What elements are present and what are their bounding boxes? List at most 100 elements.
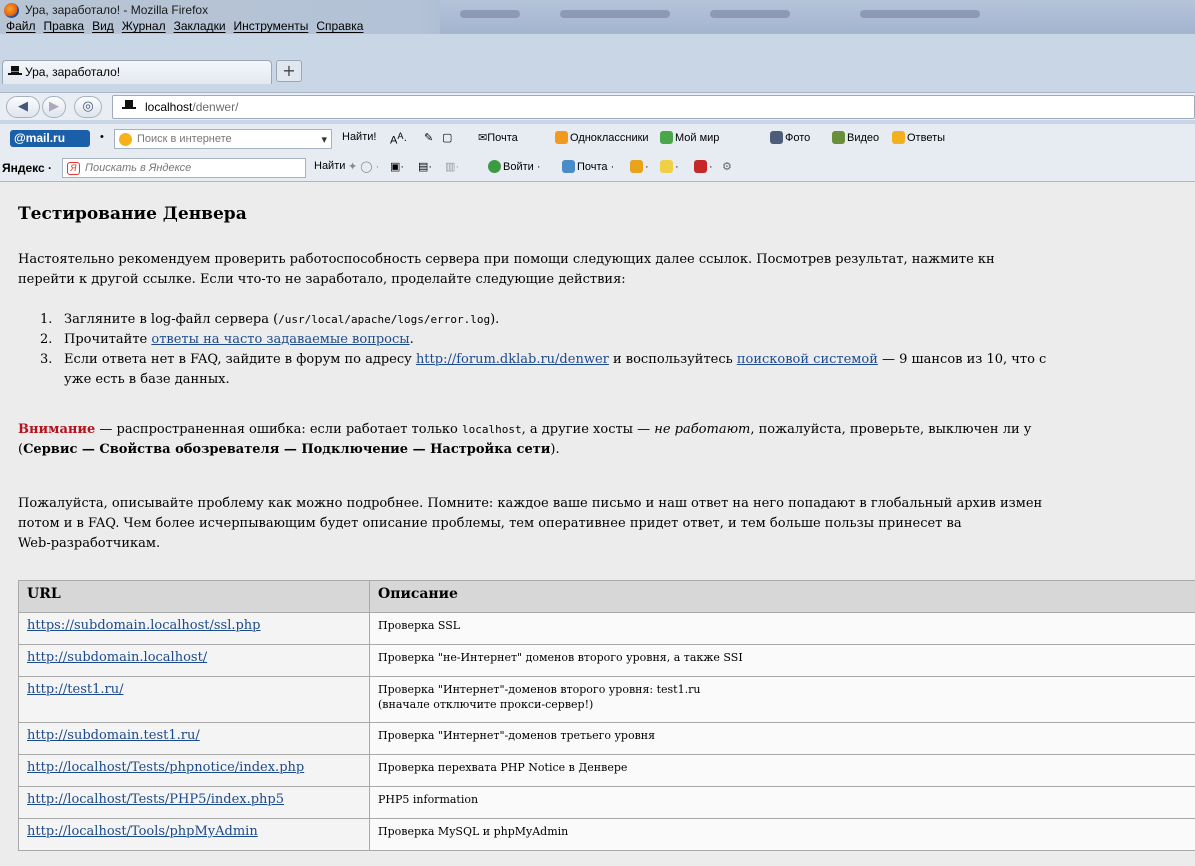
page-tools-icon[interactable]: ▥· bbox=[445, 160, 459, 173]
shield-icon bbox=[694, 160, 707, 173]
intro-line-2: перейти к другой ссылке. Если что-то не … bbox=[18, 272, 626, 287]
menu-edit[interactable]: Правка bbox=[44, 19, 85, 36]
otvety-label: Ответы bbox=[907, 132, 946, 144]
menu-history[interactable]: Журнал bbox=[122, 19, 166, 36]
test-url-link[interactable]: http://localhost/Tools/phpMyAdmin bbox=[27, 824, 258, 839]
odnoklassniki-link[interactable]: Одноклассники bbox=[555, 131, 649, 144]
yandex-mail-label: Почта bbox=[577, 161, 608, 173]
pen-icon[interactable]: ✎ bbox=[424, 131, 433, 144]
yandex-login-button[interactable]: Войти · bbox=[488, 160, 541, 173]
mailru-brand-text: @mail.ru bbox=[14, 131, 66, 145]
step-text: ). bbox=[490, 312, 500, 327]
mailru-search-placeholder: Поиск в интернете bbox=[137, 133, 232, 145]
identity-button[interactable]: ◎ bbox=[74, 96, 102, 118]
mail-icon: ✉ bbox=[478, 132, 488, 144]
bookmark-icon[interactable]: ✦ ◯ · bbox=[348, 160, 379, 173]
please-paragraph: Пожалуйста, описывайте проблему как можн… bbox=[18, 494, 1195, 554]
zoom-icon[interactable]: ▢ bbox=[442, 131, 452, 144]
column-header-description: Описание bbox=[369, 580, 1195, 613]
step-number: 2. bbox=[40, 332, 53, 347]
video-icon bbox=[832, 131, 845, 144]
step-1: 1. Загляните в log-файл сервера (/usr/loc… bbox=[40, 310, 1195, 330]
mailru-search-input[interactable]: Поиск в интернете ▾ bbox=[114, 129, 332, 149]
video-link[interactable]: Видео bbox=[832, 131, 879, 144]
step-text: Прочитайте bbox=[64, 332, 152, 347]
favorites-icon[interactable]: · bbox=[660, 160, 679, 173]
description-cell: Проверка "Интернет"-доменов второго уров… bbox=[369, 676, 1195, 723]
test-url-link[interactable]: http://localhost/Tests/PHP5/index.php5 bbox=[27, 792, 284, 807]
please-line-2: потом и в FAQ. Чем более исчерпывающим б… bbox=[18, 516, 962, 531]
table-row: http://localhost/Tests/PHP5/index.php5 P… bbox=[18, 786, 1195, 819]
foto-link[interactable]: Фото bbox=[770, 131, 810, 144]
url-cell: http://localhost/Tests/phpnotice/index.p… bbox=[18, 754, 370, 787]
column-header-url: URL bbox=[18, 580, 370, 613]
table-header-row: URL Описание bbox=[18, 580, 1195, 613]
yandex-search-input[interactable]: Я Поискать в Яндексе bbox=[62, 158, 306, 178]
url-cell: http://test1.ru/ bbox=[18, 676, 370, 723]
search-engine-link[interactable]: поисковой системой bbox=[737, 352, 878, 367]
test-url-link[interactable]: http://subdomain.test1.ru/ bbox=[27, 728, 200, 743]
mailru-logo[interactable]: @mail.ru bbox=[10, 130, 90, 147]
table-row: https://subdomain.localhost/ssl.php Пров… bbox=[18, 612, 1195, 645]
spellcheck-icon[interactable]: ▣· bbox=[390, 160, 404, 173]
menu-view[interactable]: Вид bbox=[92, 19, 114, 36]
tab-denwer[interactable]: Ура, заработало! bbox=[2, 60, 272, 84]
mailru-search-icon bbox=[119, 133, 132, 146]
ie-settings-path: Сервис — Свойства обозревателя — Подключ… bbox=[23, 442, 551, 457]
login-icon bbox=[488, 160, 501, 173]
description-cell: Проверка MySQL и phpMyAdmin bbox=[369, 818, 1195, 851]
test-url-link[interactable]: http://localhost/Tests/phpnotice/index.p… bbox=[27, 760, 304, 775]
step-text: — 9 шансов из 10, что с bbox=[877, 352, 1047, 367]
yandex-menu-button[interactable]: Яндекс · bbox=[2, 161, 52, 175]
yandex-toolbar: Яндекс · Я Поискать в Яндексе Найти ✦ ◯ … bbox=[0, 153, 1195, 182]
error-log-path: /usr/local/apache/logs/error.log bbox=[278, 313, 491, 326]
star-icon bbox=[660, 160, 673, 173]
faq-link[interactable]: ответы на часто задаваемые вопросы bbox=[151, 332, 409, 347]
tab-label: Ура, заработало! bbox=[25, 65, 121, 79]
table-row: http://localhost/Tests/phpnotice/index.p… bbox=[18, 754, 1195, 787]
forward-arrow-icon: ▶ bbox=[49, 99, 59, 114]
table-row: http://test1.ru/ Проверка "Интернет"-дом… bbox=[18, 676, 1195, 723]
please-line-1: Пожалуйста, описывайте проблему как можн… bbox=[18, 496, 1043, 511]
yandex-find-button[interactable]: Найти bbox=[314, 160, 345, 172]
weather-icon[interactable]: · bbox=[630, 160, 649, 173]
forward-button[interactable]: ▶ bbox=[42, 96, 66, 118]
translate-icon[interactable]: ▤· bbox=[418, 160, 432, 173]
window-title: Ура, заработало! - Mozilla Firefox bbox=[25, 3, 209, 17]
odnoklassniki-label: Одноклассники bbox=[570, 132, 649, 144]
moi-mir-link[interactable]: Мой мир bbox=[660, 131, 719, 144]
description-line: (вначале отключите прокси-сервер!) bbox=[378, 698, 594, 711]
camera-icon bbox=[770, 131, 783, 144]
new-tab-button[interactable]: + bbox=[276, 60, 302, 82]
page-content: Тестирование Денвера Настоятельно рекоме… bbox=[0, 182, 1195, 866]
weather-icon-glyph bbox=[630, 160, 643, 173]
menu-file[interactable]: Файл bbox=[6, 19, 36, 36]
yandex-mail-button[interactable]: Почта · bbox=[562, 160, 614, 173]
back-button[interactable]: ◀ bbox=[6, 96, 40, 118]
otvety-link[interactable]: Ответы bbox=[892, 131, 945, 144]
security-icon[interactable]: · bbox=[694, 160, 713, 173]
font-size-icon[interactable]: AA· bbox=[390, 131, 407, 147]
mailru-find-button[interactable]: Найти! bbox=[342, 131, 376, 143]
warning-text: , пожалуйста, проверьте, выключен ли у bbox=[750, 422, 1032, 437]
globe-icon: ◎ bbox=[82, 99, 94, 114]
intro-paragraph: Настоятельно рекомендуем проверить работ… bbox=[18, 250, 1195, 290]
description-cell: PHP5 information bbox=[369, 786, 1195, 819]
mailru-menu-dropdown[interactable]: • bbox=[100, 131, 104, 143]
address-bar[interactable]: localhost/denwer/ bbox=[112, 95, 1195, 119]
moi-mir-label: Мой мир bbox=[675, 132, 720, 144]
test-url-link[interactable]: https://subdomain.localhost/ssl.php bbox=[27, 618, 261, 633]
description-cell: Проверка SSL bbox=[369, 612, 1195, 645]
denwer-hat-icon bbox=[8, 66, 22, 75]
mail-icon bbox=[562, 160, 575, 173]
test-url-link[interactable]: http://test1.ru/ bbox=[27, 682, 123, 697]
menu-tools[interactable]: Инструменты bbox=[234, 19, 309, 36]
description-line: Проверка "Интернет"-доменов второго уров… bbox=[378, 683, 701, 696]
tab-strip: Ура, заработало! + bbox=[0, 36, 1195, 86]
menu-help[interactable]: Справка bbox=[316, 19, 363, 36]
test-url-link[interactable]: http://subdomain.localhost/ bbox=[27, 650, 207, 665]
menu-bookmarks[interactable]: Закладки bbox=[174, 19, 226, 36]
forum-link[interactable]: http://forum.dklab.ru/denwer bbox=[416, 352, 609, 367]
mailru-mail-link[interactable]: ✉Почта bbox=[478, 131, 518, 144]
settings-gear-icon[interactable]: ⚙ bbox=[722, 160, 732, 173]
